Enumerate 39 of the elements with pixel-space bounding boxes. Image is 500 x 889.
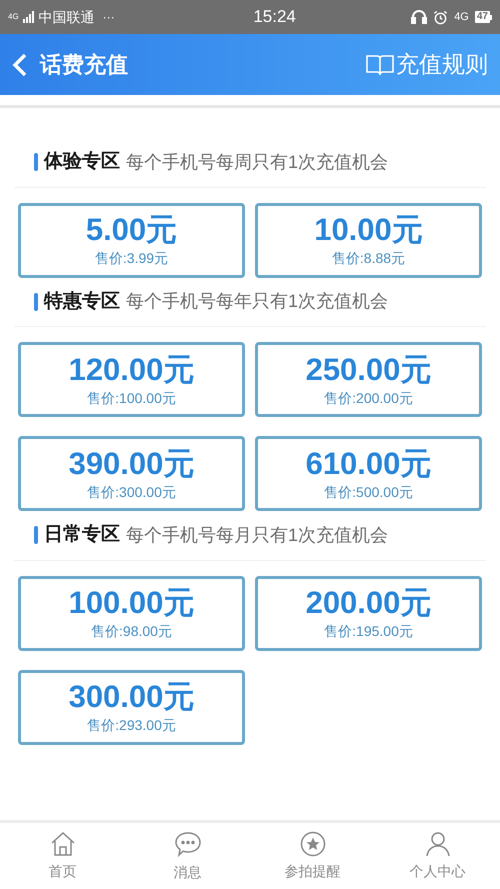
chat-bubble-icon — [174, 830, 202, 858]
section-note: 每个手机号每年只有1次充值机会 — [126, 290, 388, 314]
rules-link[interactable]: 充值规则 — [366, 47, 488, 82]
nav-tab[interactable]: 个人中心 — [375, 823, 500, 889]
headphones-icon — [411, 9, 428, 25]
section-title: 特惠专区 — [44, 290, 120, 314]
signal-icon — [22, 11, 35, 23]
section-marker — [34, 292, 38, 311]
recharge-option[interactable]: 610.00元 售价:500.00元 — [255, 436, 482, 511]
more-indicator: ··· — [102, 9, 115, 26]
recharge-option[interactable]: 250.00元 售价:200.00元 — [255, 342, 482, 417]
recharge-option[interactable]: 200.00元 售价:195.00元 — [255, 576, 482, 650]
section-note: 每个手机号每周只有1次充值机会 — [126, 150, 388, 174]
section-title: 日常专区 — [44, 522, 120, 547]
signal-label: 4G — [8, 13, 19, 21]
nav-tab[interactable]: 首页 — [0, 823, 125, 889]
section-note: 每个手机号每月只有1次充值机会 — [126, 524, 388, 547]
clock: 15:24 — [252, 6, 297, 28]
back-button[interactable] — [12, 52, 28, 76]
recharge-option[interactable]: 10.00元 售价:8.88元 — [255, 202, 482, 278]
person-icon — [424, 830, 450, 856]
nav-tab[interactable]: 参拍提醒 — [250, 823, 375, 889]
star-circle-icon — [300, 830, 326, 856]
alarm-icon — [433, 10, 448, 24]
book-icon — [366, 52, 394, 76]
section-marker — [34, 526, 38, 544]
page-title: 话费充值 — [40, 51, 129, 79]
section-title: 体验专区 — [44, 150, 120, 174]
recharge-option[interactable]: 300.00元 售价:293.00元 — [18, 670, 245, 744]
recharge-option[interactable]: 100.00元 售价:98.00元 — [18, 576, 245, 650]
home-icon — [50, 830, 76, 856]
recharge-option[interactable]: 390.00元 售价:300.00元 — [18, 436, 245, 511]
nav-tab[interactable]: 消息 — [125, 823, 250, 889]
recharge-option[interactable]: 5.00元 售价:3.99元 — [18, 202, 245, 278]
carrier-name: 中国联通 — [38, 8, 95, 26]
recharge-option[interactable]: 120.00元 售价:100.00元 — [18, 342, 245, 417]
network-label: 4G — [454, 10, 469, 25]
section-marker — [34, 153, 38, 172]
battery-indicator: 47 — [474, 11, 492, 23]
